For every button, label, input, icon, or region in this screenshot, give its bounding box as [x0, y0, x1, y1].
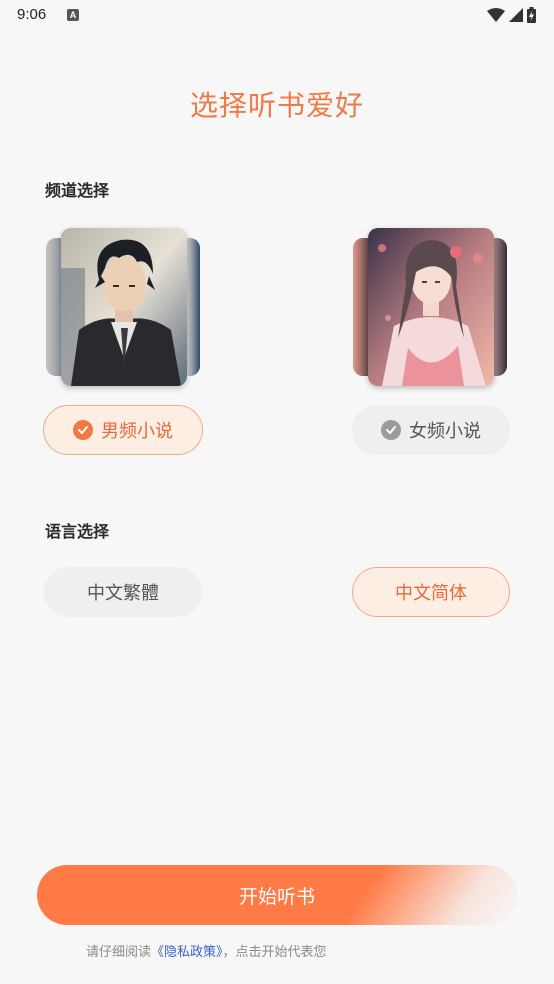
notification-icon: A: [67, 9, 79, 21]
app-screen: 9:06 A 选择听书爱好 频道选择 男频小说 女频小说 语言选择 中文繁體 中…: [0, 0, 554, 984]
simplified-chinese-label: 中文简体: [395, 583, 467, 604]
privacy-notice: 请仔细阅读《隐私政策》，点击开始代表您: [86, 941, 327, 960]
status-bar: 9:06 A: [0, 0, 554, 32]
privacy-policy-link[interactable]: 《隐私政策》: [151, 945, 223, 960]
male-novel-label: 男频小说: [101, 421, 173, 442]
cellular-signal-icon: [509, 8, 523, 22]
start-listening-label: 开始听书: [238, 885, 315, 908]
male-character-illustration: [61, 228, 187, 386]
female-novel-card[interactable]: [353, 228, 509, 388]
female-novel-label: 女频小说: [409, 421, 481, 442]
female-character-illustration: [368, 228, 494, 386]
page-title: 选择听书爱好: [189, 89, 364, 122]
privacy-prefix: 请仔细阅读: [86, 945, 152, 960]
female-novel-option[interactable]: 女频小说: [352, 405, 510, 455]
battery-icon: [527, 7, 536, 23]
privacy-suffix: ，点击开始代表您: [222, 945, 327, 960]
language-section-label: 语言选择: [45, 522, 110, 541]
start-listening-button[interactable]: 开始听书: [37, 865, 517, 925]
wifi-icon: [487, 8, 505, 22]
checkmark-icon: [381, 420, 401, 440]
simplified-chinese-option[interactable]: 中文简体: [352, 567, 510, 617]
traditional-chinese-label: 中文繁體: [87, 583, 159, 604]
channel-section-label: 频道选择: [45, 181, 110, 200]
status-time: 9:06: [17, 6, 47, 23]
male-novel-card[interactable]: [46, 228, 202, 388]
traditional-chinese-option[interactable]: 中文繁體: [44, 567, 202, 617]
checkmark-icon: [73, 420, 93, 440]
status-icons: [487, 6, 536, 24]
male-novel-option[interactable]: 男频小说: [43, 405, 203, 455]
